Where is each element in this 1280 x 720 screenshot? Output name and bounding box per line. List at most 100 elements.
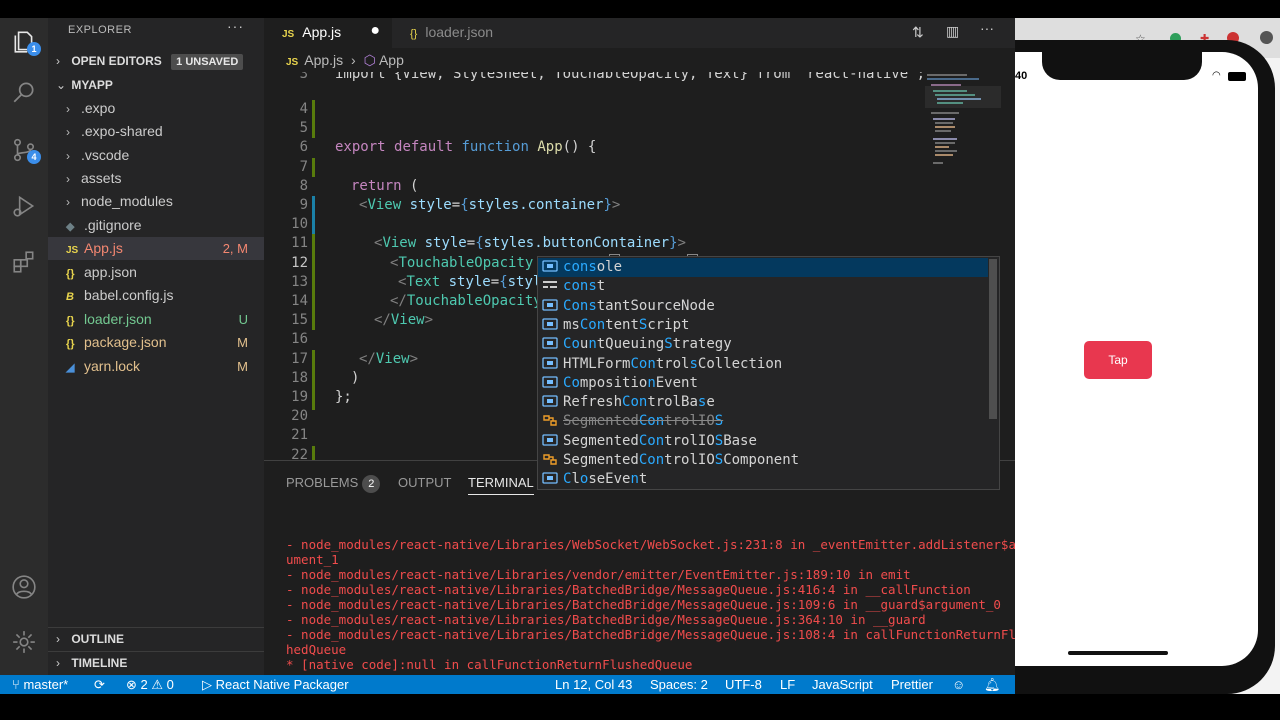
breadcrumb-symbol[interactable]: App [379,52,404,68]
profile-avatar[interactable] [1260,31,1273,44]
line-number: 18 [291,370,308,386]
tree-item-package-json[interactable]: {} package.json M [48,331,264,354]
more-actions-icon[interactable]: ··· [980,20,994,36]
suggestion-item[interactable]: CountQueuingStrategy [538,335,988,354]
sync-icon[interactable]: ⟳ [94,675,105,694]
suggestion-item[interactable]: CloseEvent [538,470,988,489]
suggestion-item[interactable]: console [538,258,988,277]
warning-icon: ⚠ [151,677,164,692]
git-modified-marker [312,196,315,234]
tree-item-label: .expo [81,100,116,116]
cursor-position[interactable]: Ln 12, Col 43 [555,675,632,694]
variable-icon [542,471,559,484]
minimap[interactable] [925,72,1001,182]
line-number: 7 [299,159,308,175]
code-token: ( [401,178,419,194]
terminal-line: * [native code]:null in callFunctionRetu… [286,657,693,672]
scm-badge: 4 [27,150,41,164]
tree-item-vscode[interactable]: › .vscode [48,144,264,167]
tab-terminal[interactable]: TERMINAL [468,471,534,495]
wifi-icon: ◠ [1212,70,1221,81]
tree-item-app-js[interactable]: JS App.js 2, M [48,237,264,260]
open-changes-icon[interactable]: ⇅ [912,24,924,41]
explorer-icon[interactable]: 1 [8,26,41,58]
chevron-right-icon: › [66,149,70,163]
code-token: style [424,235,467,251]
code-token: style [409,197,452,213]
keyword-icon [542,278,559,291]
branch-name: master* [23,677,69,692]
search-icon[interactable] [8,76,40,108]
settings-gear-icon[interactable] [8,626,40,658]
formatter[interactable]: Prettier [891,675,933,694]
code-token: App [537,139,563,155]
json-file-icon: {} [66,315,75,327]
tab-loader-json[interactable]: {} loader.json [392,18,512,48]
code-token: View [367,197,402,213]
indentation[interactable]: Spaces: 2 [650,675,708,694]
autocomplete-suggestions[interactable]: console const ConstantSourceNode msContentS… [537,256,1000,490]
open-editors-section[interactable]: › OPEN EDITORS 1 UNSAVED [48,50,264,72]
tree-item-expo[interactable]: › .expo [48,97,264,120]
tab-problems[interactable]: PROBLEMS 2 [286,471,381,495]
code-token: }; [335,389,352,405]
problems-indicator[interactable]: ⊗ 2 ⚠ 0 [126,675,174,694]
timeline-title: TIMELINE [71,656,128,670]
suggestion-label: CloseEvent [563,471,648,488]
suggestion-item[interactable]: HTMLFormControlsCollection [538,355,988,374]
bottom-panel: PROBLEMS 2 OUTPUT TERMINAL - node_modules… [264,460,1015,690]
vscode-window: 1 4 EXPLORER ··· › OPEN EDITORS 1 UNSAVE… [0,18,1015,694]
tree-item-label: node_modules [81,193,173,209]
tree-item-yarn-lock[interactable]: ◢ yarn.lock M [48,355,264,378]
branch-indicator[interactable]: ⑂ master* [12,675,68,694]
tap-button[interactable]: Tap [1084,341,1152,379]
tree-item-app-json[interactable]: {} app.json [48,261,264,284]
suggestion-item[interactable]: ConstantSourceNode [538,297,988,316]
packager-indicator[interactable]: ▷ React Native Packager [202,675,349,694]
suggestion-label: SegmentedControlIOSBase [563,432,757,449]
variable-icon [542,336,559,349]
account-icon[interactable] [8,571,40,603]
notifications-bell-icon[interactable]: 🔔︎ [984,675,1001,694]
tree-item-loader-json[interactable]: {} loader.json U [48,308,264,331]
encoding[interactable]: UTF-8 [725,675,762,694]
project-title: MYAPP [71,78,113,92]
run-debug-icon[interactable] [8,190,40,222]
outline-section[interactable]: › OUTLINE [48,627,264,649]
suggestion-scrollbar[interactable] [989,259,997,419]
terminal-line: - node_modules/react-native/Libraries/Ba… [286,612,926,627]
suggestion-item[interactable]: const [538,277,988,296]
breadcrumb-file[interactable]: App.js [304,52,343,68]
unsaved-badge: 1 UNSAVED [171,54,244,70]
tree-item-label: assets [81,170,122,186]
feedback-icon[interactable]: ☺ [952,675,965,694]
terminal-line: - node_modules/react-native/Libraries/ve… [286,567,911,582]
tree-item-babel-config[interactable]: Bbabel.config.js [48,284,264,307]
home-indicator[interactable] [1068,651,1168,655]
more-actions-icon[interactable]: ··· [227,18,244,34]
tree-item-node-modules[interactable]: › node_modules [48,190,264,213]
suggestion-item[interactable]: SegmentedControlIOSBase [538,432,988,451]
unsaved-dot-icon[interactable]: ● [370,18,380,45]
suggestion-item[interactable]: msContentScript [538,316,988,335]
language-mode[interactable]: JavaScript [812,675,873,694]
timeline-section[interactable]: › TIMELINE [48,651,264,673]
tree-item-assets[interactable]: › assets [48,167,264,190]
split-editor-icon[interactable]: ▥ [946,23,959,40]
source-control-icon[interactable]: 4 [8,134,41,166]
tree-item-expo-shared[interactable]: › .expo-shared [48,120,264,143]
tab-app-js[interactable]: JS App.js ● [264,18,392,48]
extensions-icon[interactable] [8,246,40,278]
javascript-file-icon: JS [66,245,79,256]
project-section[interactable]: ⌄ MYAPP [48,74,264,96]
tab-output[interactable]: OUTPUT [398,471,451,495]
code-token: TouchableOpacity [406,293,542,309]
end-of-line[interactable]: LF [780,675,795,694]
terminal-line: - node_modules/react-native/Libraries/Ba… [286,597,1001,612]
tree-item-gitignore[interactable]: ◆ .gitignore [48,214,264,237]
suggestion-item[interactable]: SegmentedControlIOS [538,412,988,431]
suggestion-item[interactable]: RefreshControlBase [538,393,988,412]
suggestion-item[interactable]: SegmentedControlIOSComponent [538,451,988,470]
suggestion-label: CountQueuingStrategy [563,336,732,353]
suggestion-item[interactable]: CompositionEvent [538,374,988,393]
